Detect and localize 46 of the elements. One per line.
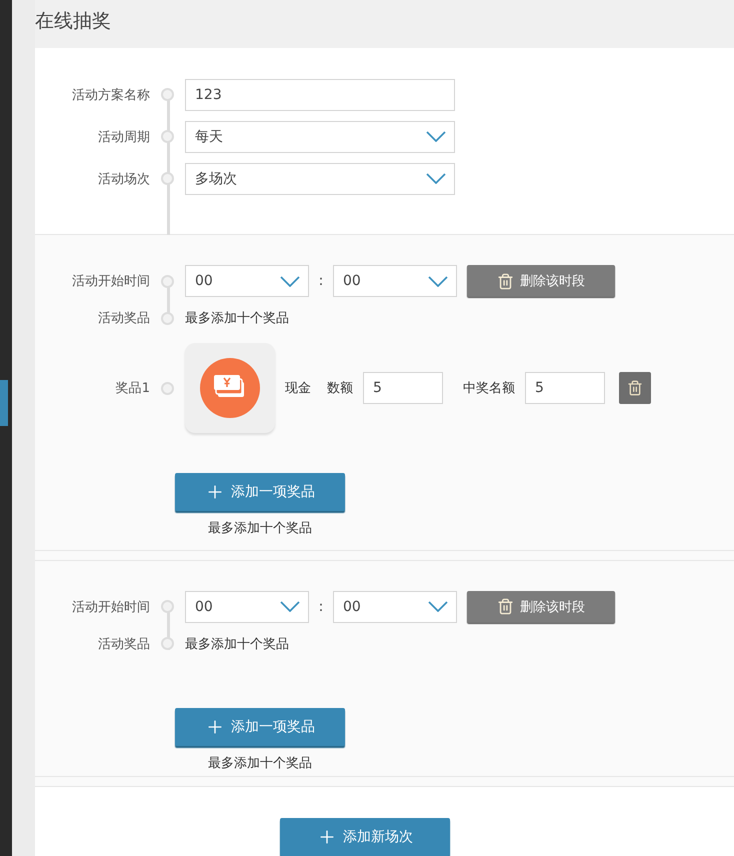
field-label: 活动场次 [97,170,150,188]
prize-limit-hint: 最多添加十个奖品 [185,636,289,653]
amount-input[interactable]: 5 [363,372,443,404]
delete-period-button[interactable]: 删除该时段 [467,265,615,298]
page-title: 在线抽奖 [35,8,112,34]
add-prize-button[interactable]: 添加一项奖品 [175,473,345,512]
field-label: 活动奖品 [97,310,150,328]
amount-label: 数额 [327,380,353,398]
minute-select[interactable]: 00 [333,265,457,298]
sidebar-active-marker [0,380,8,426]
trash-icon [627,380,643,396]
chevron-down-icon [426,131,446,142]
cash-icon [200,358,260,418]
chevron-down-icon [426,173,446,184]
chevron-down-icon [428,276,448,287]
trash-icon [497,598,514,616]
prize-label: 奖品1 [114,380,150,398]
chevron-down-icon [428,601,448,612]
minute-select[interactable]: 00 [333,590,457,623]
winners-label: 中奖名额 [463,380,515,398]
add-prize-button[interactable]: 添加一项奖品 [175,708,345,746]
chevron-down-icon [280,601,300,612]
delete-prize-button[interactable] [619,372,651,404]
add-session-button[interactable]: 添加新场次 [280,818,450,856]
chevron-down-icon [280,276,300,287]
trash-icon [497,272,514,290]
winners-input[interactable]: 5 [525,372,605,404]
hour-select[interactable]: 00 [185,590,309,623]
field-label: 活动开始时间 [71,273,150,290]
field-label: 活动周期 [97,128,150,146]
field-label: 活动奖品 [97,636,150,653]
field-label: 活动方案名称 [71,86,150,104]
time-separator: : [318,273,324,290]
select-field[interactable]: 每天 [185,120,455,153]
prize-type: 现金 [285,380,311,398]
prize-limit-hint: 最多添加十个奖品 [185,310,289,328]
input-field[interactable]: 123 [185,78,455,111]
time-separator: : [318,598,324,615]
select-field[interactable]: 多场次 [185,162,455,195]
prize-limit-note: 最多添加十个奖品 [208,754,312,772]
prize-limit-note: 最多添加十个奖品 [208,520,312,538]
prize-tile[interactable] [185,343,275,434]
timeline-dot [161,382,174,395]
field-label: 活动开始时间 [71,598,150,616]
hour-select[interactable]: 00 [185,265,309,298]
delete-period-button[interactable]: 删除该时段 [467,590,615,623]
